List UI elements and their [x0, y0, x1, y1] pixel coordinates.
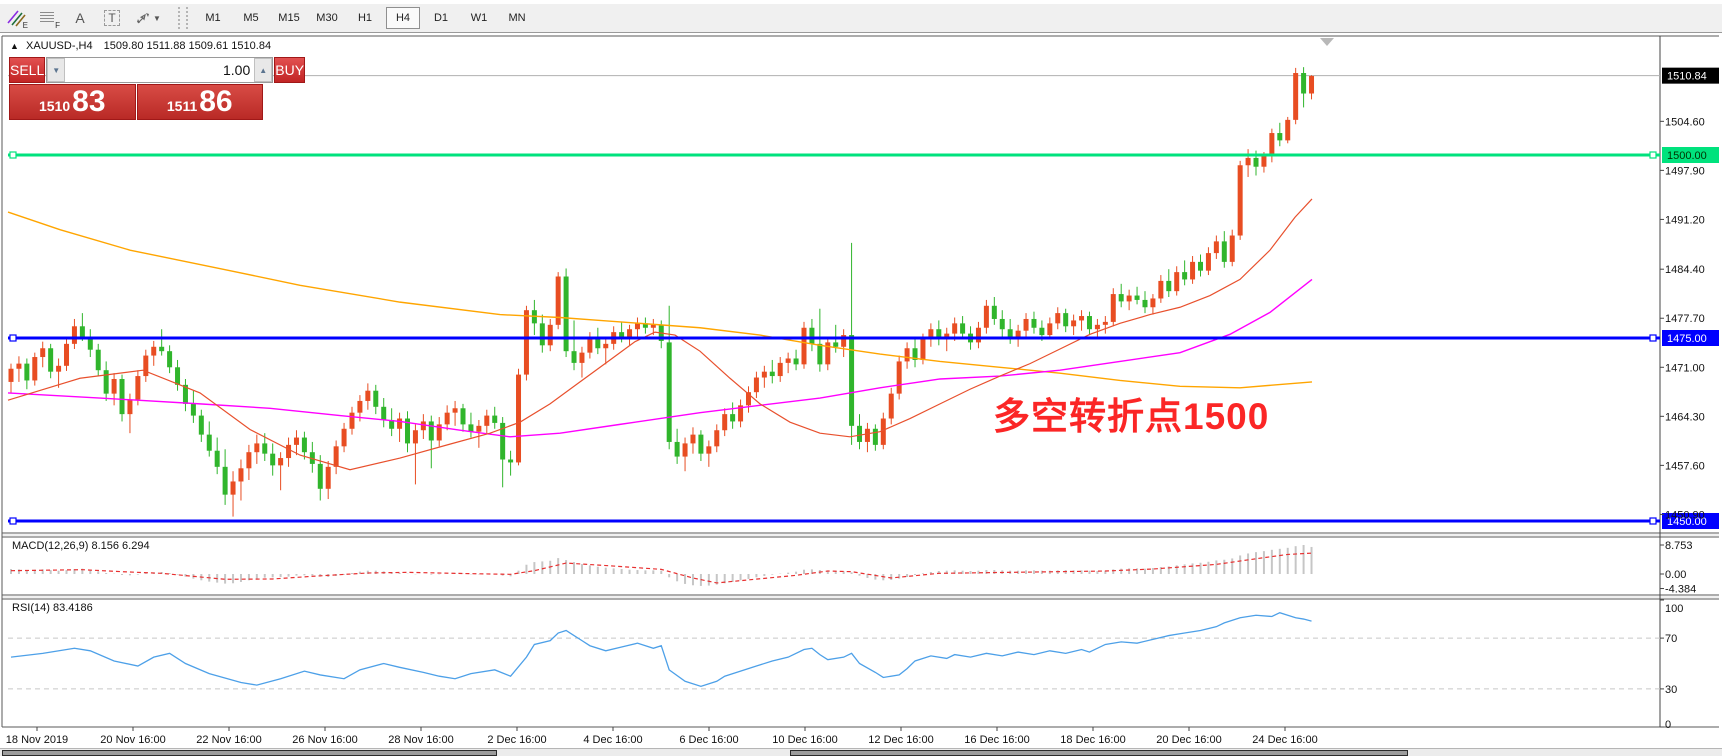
- line-anchor-handle[interactable]: [10, 518, 16, 524]
- time-tick-label: 10 Dec 16:00: [772, 734, 837, 746]
- one-click-collapse-icon[interactable]: ▲: [10, 41, 19, 51]
- time-tick-label: 28 Nov 16:00: [388, 734, 453, 746]
- line-anchor-handle[interactable]: [1650, 518, 1656, 524]
- macd-indicator-label: MACD(12,26,9) 8.156 6.294: [12, 540, 150, 552]
- text-box-t-icon[interactable]: T: [98, 6, 126, 30]
- level-price-badge-label: 1500.00: [1667, 150, 1707, 162]
- time-tick-label: 6 Dec 16:00: [679, 734, 738, 746]
- rsi-tick-label: 0: [1665, 719, 1671, 731]
- chart-tab-stub[interactable]: [2, 750, 497, 756]
- current-price-badge-label: 1510.84: [1667, 71, 1707, 83]
- time-tick-label: 16 Dec 16:00: [964, 734, 1029, 746]
- buy-price-display[interactable]: 1511 86: [137, 84, 264, 120]
- timeframe-button-m1[interactable]: M1: [196, 7, 230, 29]
- timeframe-button-m5[interactable]: M5: [234, 7, 268, 29]
- price-tick-label: 1497.90: [1665, 165, 1705, 177]
- timeframe-button-group: M1M5M15M30H1H4D1W1MN: [194, 7, 536, 29]
- chevron-down-icon: ▼: [153, 14, 161, 23]
- rsi-tick-label: 70: [1665, 633, 1677, 645]
- time-tick-label: 12 Dec 16:00: [868, 734, 933, 746]
- price-tick-label: 1464.30: [1665, 411, 1705, 423]
- timeframe-button-w1[interactable]: W1: [462, 7, 496, 29]
- rsi-tick-label: 30: [1665, 684, 1677, 696]
- letter-a-glyph: A: [75, 10, 84, 26]
- price-tick-label: 1477.70: [1665, 313, 1705, 325]
- symbol-header: ▲ XAUUSD-,H4 1509.80 1511.88 1509.61 151…: [10, 40, 271, 52]
- timeframe-button-mn[interactable]: MN: [500, 7, 534, 29]
- chart-tab-stub[interactable]: [790, 750, 1408, 756]
- rsi-indicator-label: RSI(14) 83.4186: [12, 602, 93, 614]
- sell-price-small: 1510: [39, 98, 70, 114]
- chart-text-annotation[interactable]: 多空转折点1500: [993, 386, 1269, 440]
- price-tick-label: 1491.20: [1665, 214, 1705, 226]
- timeframe-button-h1[interactable]: H1: [348, 7, 382, 29]
- timeframe-button-h4[interactable]: H4: [386, 7, 420, 29]
- buy-button[interactable]: BUY: [274, 57, 305, 83]
- toolbar: E F A T ▼ M1M5M15M30H1H4D1W1MN: [0, 4, 1722, 33]
- price-tick-label: 1504.60: [1665, 116, 1705, 128]
- time-tick-label: 4 Dec 16:00: [583, 734, 642, 746]
- line-anchor-handle[interactable]: [1650, 335, 1656, 341]
- line-anchor-handle[interactable]: [1650, 152, 1656, 158]
- ohlc-values: 1509.80 1511.88 1509.61 1510.84: [104, 40, 271, 52]
- toolbar-grip[interactable]: [178, 7, 188, 29]
- time-tick-label: 24 Dec 16:00: [1252, 734, 1317, 746]
- sell-price-display[interactable]: 1510 83: [9, 84, 136, 120]
- time-tick-label: 22 Nov 16:00: [196, 734, 261, 746]
- timeframe-button-d1[interactable]: D1: [424, 7, 458, 29]
- volume-input[interactable]: [65, 58, 254, 82]
- one-click-trading-panel: SELL ▼ ▲ BUY 1510 83 1511 86: [9, 57, 263, 120]
- grid-f-icon[interactable]: F: [34, 6, 62, 30]
- timeframe-button-m15[interactable]: M15: [272, 7, 306, 29]
- chart-canvas[interactable]: 1500.001475.001450.001504.601497.901491.…: [0, 34, 1722, 755]
- price-tick-label: 1484.40: [1665, 264, 1705, 276]
- rsi-tick-label: 100: [1665, 603, 1683, 615]
- icon-sub-label: E: [23, 21, 28, 30]
- level-price-badge-label: 1475.00: [1667, 333, 1707, 345]
- price-tick-label: 1457.60: [1665, 460, 1705, 472]
- macd-tick-label: 8.753: [1665, 540, 1693, 552]
- letter-t-glyph: T: [104, 10, 119, 26]
- time-tick-label: 18 Dec 16:00: [1060, 734, 1125, 746]
- volume-increase-button[interactable]: ▲: [254, 58, 272, 82]
- crosshair-pencil-e-icon[interactable]: E: [2, 6, 30, 30]
- line-anchor-handle[interactable]: [10, 335, 16, 341]
- arrows-glyph: [135, 10, 151, 26]
- symbol-period-label: XAUUSD-,H4: [26, 40, 93, 52]
- cursor-arrows-dropdown-icon[interactable]: ▼: [130, 6, 166, 30]
- chart-background: [2, 36, 1719, 727]
- volume-control: ▼ ▲: [46, 57, 273, 83]
- price-tick-label: 1450.90: [1665, 509, 1705, 521]
- time-tick-label: 20 Nov 16:00: [100, 734, 165, 746]
- time-tick-label: 2 Dec 16:00: [487, 734, 546, 746]
- text-label-a-icon[interactable]: A: [66, 6, 94, 30]
- price-tick-label: 1471.00: [1665, 362, 1705, 374]
- icon-sub-label: F: [55, 21, 60, 30]
- volume-decrease-button[interactable]: ▼: [47, 58, 65, 82]
- buy-price-small: 1511: [167, 98, 197, 114]
- line-anchor-handle[interactable]: [10, 152, 16, 158]
- macd-tick-label: -4.384: [1665, 584, 1696, 596]
- time-tick-label: 18 Nov 2019: [6, 734, 68, 746]
- time-tick-label: 26 Nov 16:00: [292, 734, 357, 746]
- time-axis[interactable]: [37, 727, 1285, 731]
- timeframe-button-m30[interactable]: M30: [310, 7, 344, 29]
- time-tick-label: 20 Dec 16:00: [1156, 734, 1221, 746]
- buy-price-big: 86: [199, 85, 232, 119]
- sell-button[interactable]: SELL: [9, 57, 45, 83]
- sell-price-big: 83: [72, 85, 105, 119]
- macd-tick-label: 0.00: [1665, 569, 1686, 581]
